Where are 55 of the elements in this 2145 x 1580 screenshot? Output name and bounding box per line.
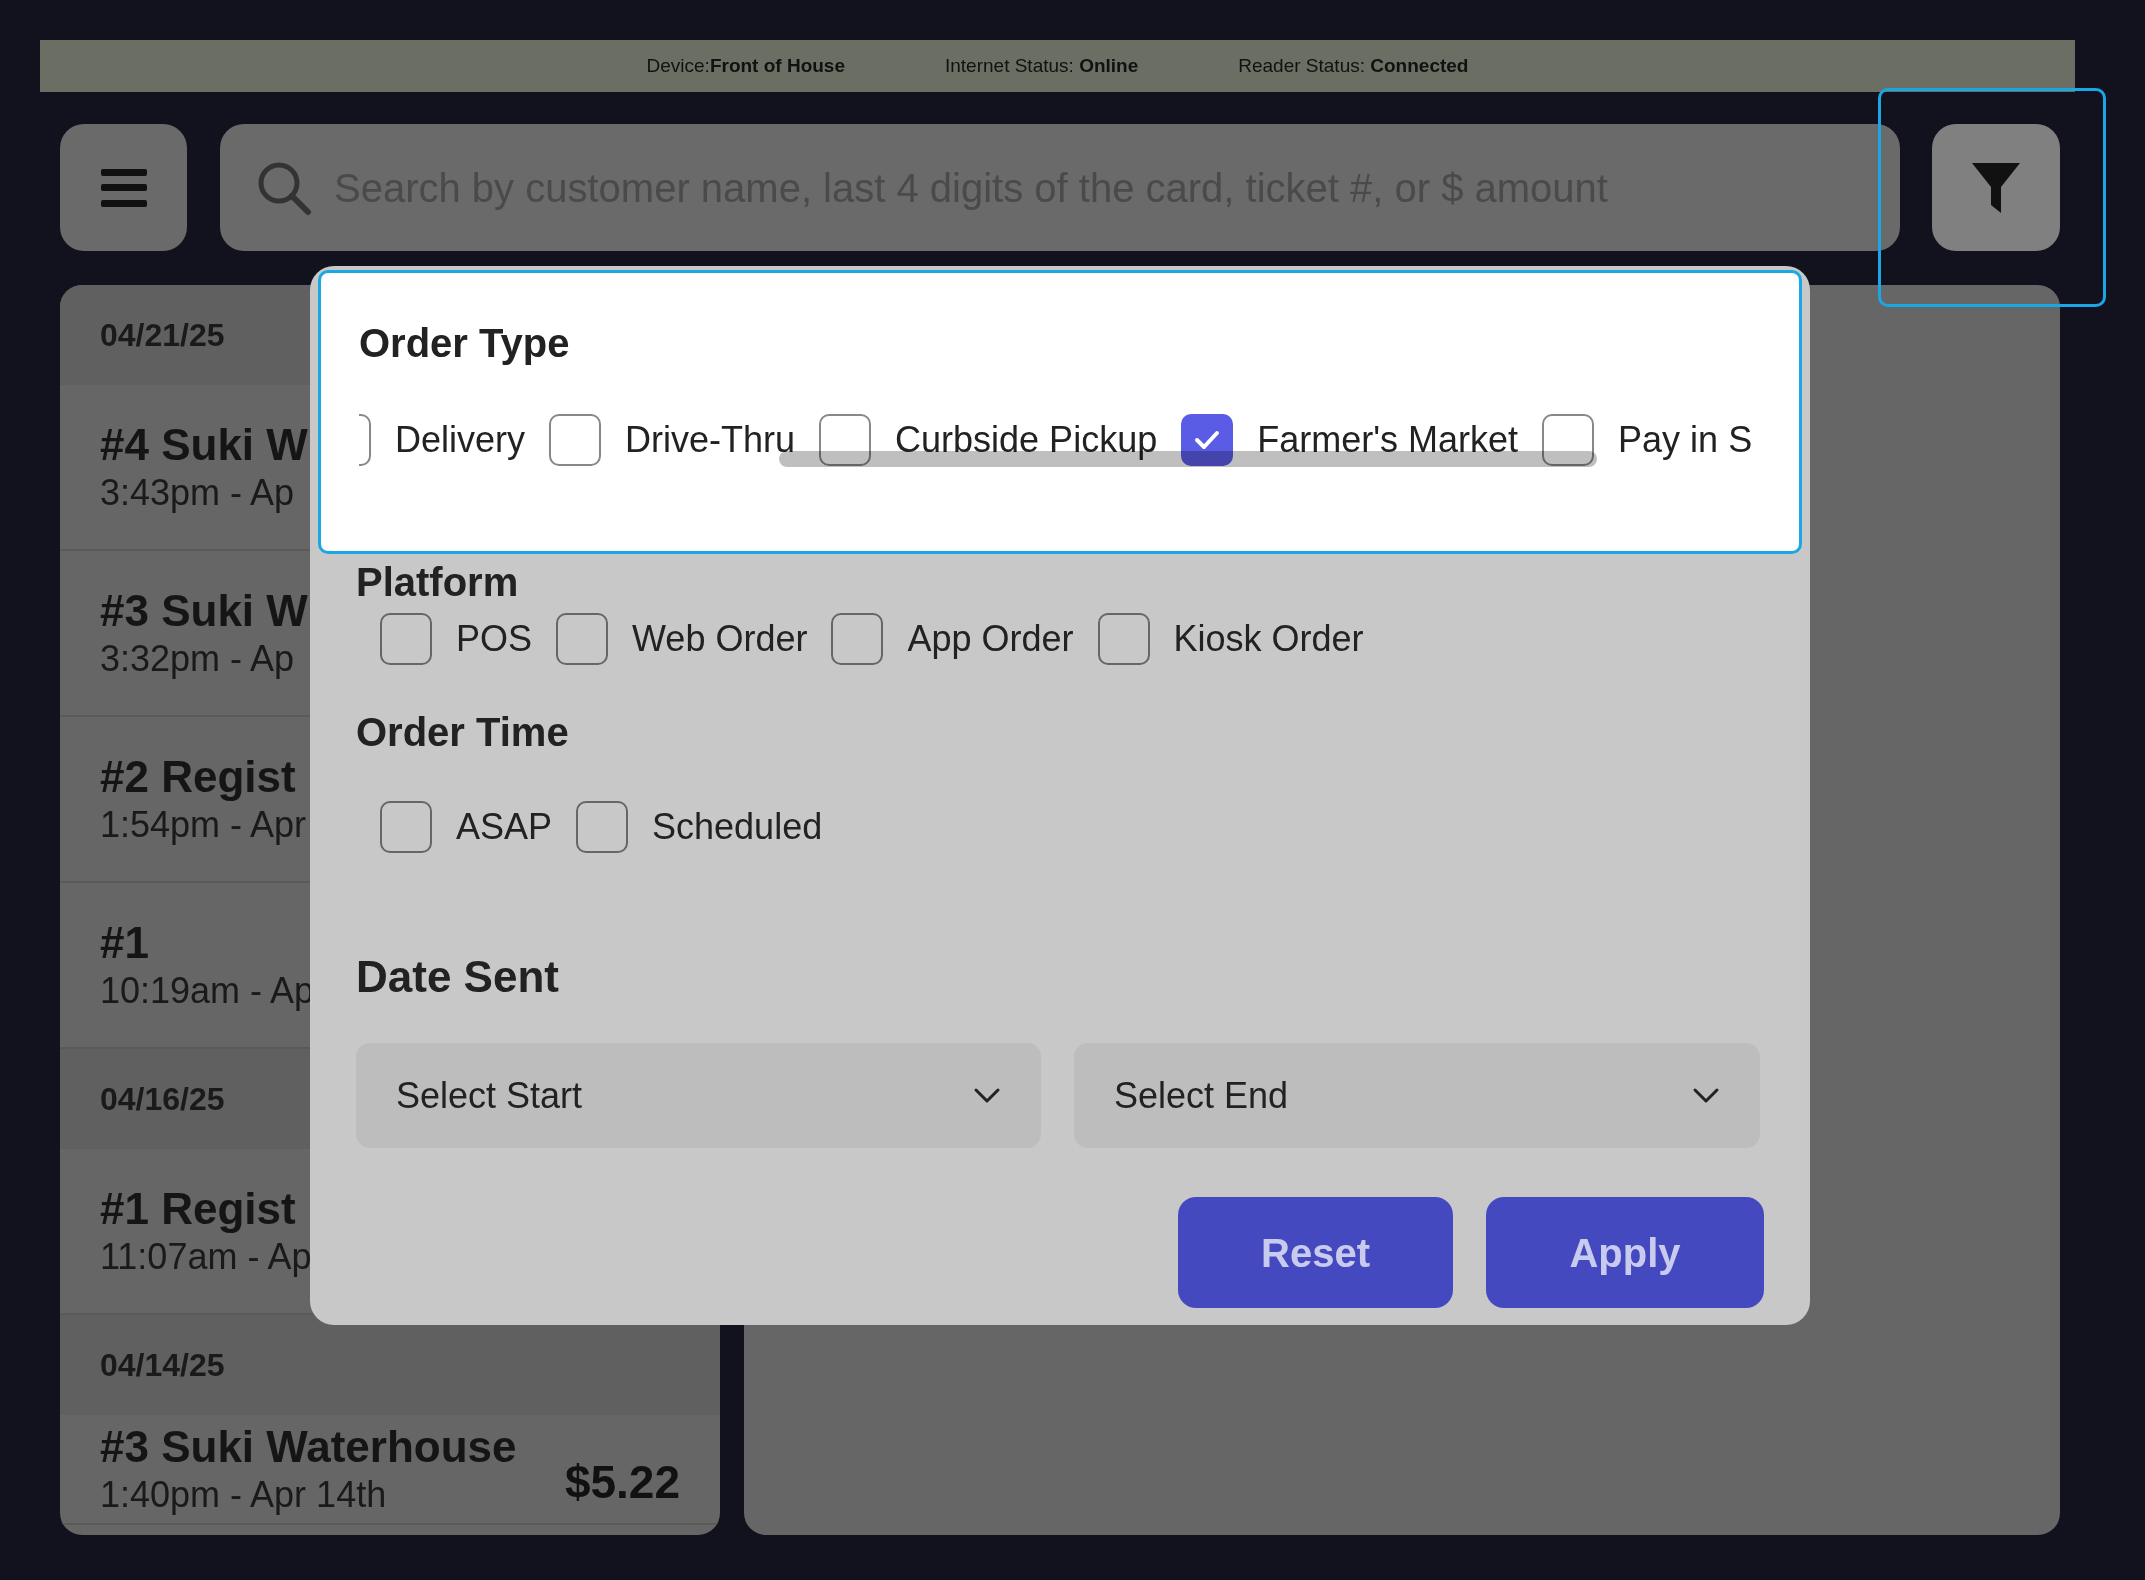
order-row[interactable]: #3 Suki Waterhouse 1:40pm - Apr 14th $5.22 [60, 1415, 720, 1525]
checkbox[interactable] [1181, 414, 1234, 466]
chevron-down-icon [973, 1086, 1001, 1105]
option-label: Farmer's Market [1257, 418, 1519, 462]
checkbox[interactable] [819, 414, 872, 466]
device-status: Device:Front of House [646, 53, 845, 78]
end-date-select[interactable]: Select End [1074, 1043, 1760, 1148]
order-time: 3:43pm - Ap [100, 471, 296, 515]
filter-button[interactable] [1932, 124, 2060, 251]
order-time: 1:40pm - Apr 14th [100, 1473, 388, 1517]
option-label: Curbside Pickup [895, 418, 1158, 462]
internet-status: Internet Status: Online [945, 53, 1139, 78]
option-label: POS [456, 617, 533, 661]
order-time: 1:54pm - Apr [100, 803, 307, 847]
option-label: Kiosk Order [1173, 617, 1364, 661]
order-title: #2 Regist [100, 751, 297, 803]
checkbox[interactable] [1542, 414, 1595, 466]
order-time: 11:07am - Ap [100, 1235, 312, 1279]
apply-button[interactable]: Apply [1486, 1197, 1764, 1308]
option-label: Web Order [632, 617, 808, 661]
filter-icon [1970, 160, 2022, 215]
menu-button[interactable] [60, 124, 187, 251]
order-title: #3 Suki Waterhouse [100, 1421, 517, 1473]
option-label: App Order [907, 617, 1074, 661]
option-label: Pay in S [1618, 418, 1753, 462]
checkbox[interactable] [831, 613, 884, 665]
checkbox[interactable] [549, 414, 602, 466]
checkmark-icon [1194, 430, 1221, 450]
option-label: Drive-Thru [625, 418, 796, 462]
checkbox[interactable] [1097, 613, 1150, 665]
section-title: Platform [356, 560, 520, 604]
date-header: 04/14/25 [100, 1346, 225, 1385]
option-label: ASAP [456, 805, 553, 849]
start-date-select[interactable]: Select Start [356, 1043, 1041, 1148]
order-title: #3 Suki W [100, 585, 308, 637]
checkbox[interactable] [556, 613, 609, 665]
option-label: Delivery [395, 418, 526, 462]
order-time: 3:32pm - Ap [100, 637, 296, 681]
order-title: #4 Suki W [100, 419, 308, 471]
chevron-down-icon [1692, 1086, 1720, 1105]
checkbox[interactable] [380, 613, 432, 665]
option-label: Scheduled [652, 805, 823, 849]
order-title: #1 Regist [100, 1183, 297, 1235]
menu-icon [100, 168, 147, 207]
order-title: #1 [100, 917, 150, 969]
section-title: Date Sent [356, 951, 560, 1003]
section-title: Order Time [356, 709, 570, 756]
section-title: Order Type [359, 320, 571, 367]
checkbox[interactable] [380, 801, 432, 853]
order-amount: $5.22 [564, 1455, 680, 1510]
checkbox[interactable] [576, 801, 629, 853]
reset-button[interactable]: Reset [1178, 1197, 1453, 1308]
reader-status: Reader Status: Connected [1238, 53, 1469, 78]
date-header: 04/21/25 [100, 316, 225, 355]
date-header: 04/16/25 [100, 1080, 225, 1119]
